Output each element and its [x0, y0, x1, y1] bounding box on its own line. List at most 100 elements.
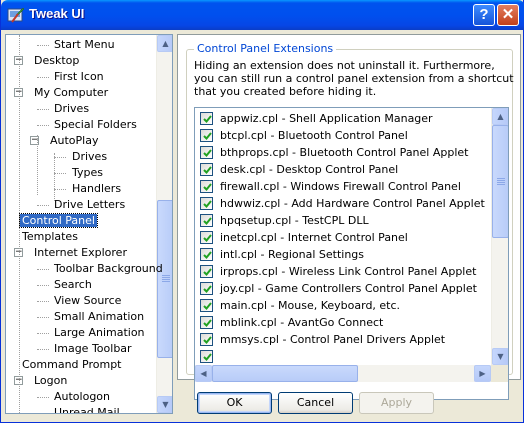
tree-item-label: Desktop	[34, 54, 80, 67]
tree-connector	[37, 301, 49, 302]
checkbox[interactable]	[200, 350, 213, 363]
scroll-left-arrow-icon[interactable]: ◀	[195, 365, 212, 382]
tree-connector	[37, 269, 49, 270]
apply-button[interactable]: Apply	[359, 392, 434, 414]
checkbox[interactable]	[200, 265, 213, 278]
checkbox[interactable]	[200, 146, 213, 159]
tree-item-label: Control Panel	[19, 213, 98, 228]
tree-item-label: Search	[54, 278, 92, 291]
tree-scroll-thumb[interactable]	[157, 200, 172, 358]
tree-item-label: Internet Explorer	[34, 246, 127, 259]
tree-item[interactable]: Drive Letters	[52, 197, 127, 213]
tree-item-label: Command Prompt	[22, 358, 122, 371]
extension-label: bthprops.cpl - Bluetooth Control Panel A…	[220, 146, 469, 159]
list-horizontal-scrollbar[interactable]: ◀ ▶	[195, 365, 491, 382]
tree-connector	[37, 349, 49, 350]
checkbox[interactable]	[200, 129, 213, 142]
tree-item[interactable]: Unread Mail	[52, 405, 122, 414]
list-scroll-up-arrow-icon[interactable]: ▲	[492, 108, 508, 125]
tree-vertical-scrollbar[interactable]: ▲ ▼	[156, 35, 172, 413]
extension-label: desk.cpl - Desktop Control Panel	[220, 163, 399, 176]
extension-label: hdwwiz.cpl - Add Hardware Control Panel …	[220, 197, 485, 210]
scroll-up-arrow-icon[interactable]: ▲	[157, 35, 172, 52]
list-scroll-down-arrow-icon[interactable]: ▼	[492, 348, 508, 365]
list-vertical-scrollbar[interactable]: ▲ ▼	[491, 108, 508, 365]
tree-item[interactable]: Image Toolbar	[52, 341, 134, 357]
tree-item[interactable]: Control Panel	[19, 213, 98, 229]
checkbox[interactable]	[200, 333, 213, 346]
tree-item[interactable]: Logon	[32, 373, 69, 389]
tree-connector	[19, 35, 20, 413]
tree-item[interactable]: Drives	[70, 149, 109, 165]
checkbox[interactable]	[200, 112, 213, 125]
tree-item-label: Handlers	[72, 182, 122, 195]
tree-item-label: Types	[72, 166, 103, 179]
settings-tree[interactable]: ▲ ▼ Start Menu Desktop − First Icon My Compu…	[5, 34, 173, 414]
tree-connector	[37, 45, 49, 46]
checkbox[interactable]	[200, 248, 213, 261]
tree-item[interactable]: Templates	[20, 229, 80, 245]
extension-label: appwiz.cpl - Shell Application Manager	[220, 112, 433, 125]
tree-connector	[37, 397, 49, 398]
tree-item[interactable]: Autologon	[52, 389, 112, 405]
close-button[interactable]: ✕	[497, 4, 519, 26]
scroll-down-arrow-icon[interactable]: ▼	[157, 396, 172, 413]
tree-item[interactable]: Internet Explorer	[32, 245, 129, 261]
tree-item[interactable]: Drives	[52, 101, 91, 117]
checkbox[interactable]	[200, 231, 213, 244]
cancel-button[interactable]: Cancel	[278, 392, 353, 414]
tree-item[interactable]: Command Prompt	[20, 357, 124, 373]
tree-connector	[54, 153, 55, 201]
checkbox[interactable]	[200, 163, 213, 176]
list-scroll-thumb[interactable]	[492, 125, 508, 238]
tree-item-label: Toolbar Background	[54, 262, 163, 275]
tree-item-label: Autologon	[54, 390, 111, 403]
tree-item[interactable]: AutoPlay	[48, 133, 100, 149]
tree-item[interactable]: Types	[70, 165, 105, 181]
checkbox[interactable]	[200, 282, 213, 295]
tweakui-window: Tweak UI ? ✕ ▲ ▼ Start Menu Desktop − First…	[0, 0, 524, 423]
tree-item-label: Drive Letters	[54, 198, 126, 211]
tree-item[interactable]: Desktop	[32, 53, 81, 69]
tree-item[interactable]: Handlers	[70, 181, 123, 197]
tree-connector	[37, 135, 38, 195]
tree-connector	[54, 157, 66, 158]
tree-item[interactable]: Start Menu	[52, 37, 117, 53]
tree-connector	[37, 125, 49, 126]
list-hscroll-thumb[interactable]	[212, 365, 358, 382]
tree-item[interactable]: My Computer	[32, 85, 110, 101]
tree-item[interactable]: First Icon	[52, 69, 106, 85]
tree-item-label: Special Folders	[54, 118, 137, 131]
tree-connector	[37, 413, 49, 414]
checkbox[interactable]	[200, 197, 213, 210]
tree-item[interactable]: Toolbar Background	[52, 261, 165, 277]
tree-item-label: Logon	[34, 374, 68, 387]
tree-connector	[37, 77, 49, 78]
tree-item-label: Templates	[22, 230, 78, 243]
title-bar[interactable]: Tweak UI ? ✕	[1, 0, 524, 30]
tree-item-label: AutoPlay	[50, 134, 99, 147]
tree-item[interactable]: View Source	[52, 293, 123, 309]
scroll-right-arrow-icon[interactable]: ▶	[474, 365, 491, 382]
checkbox[interactable]	[200, 214, 213, 227]
checkbox[interactable]	[200, 299, 213, 312]
tree-item[interactable]: Large Animation	[52, 325, 147, 341]
tree-connector	[54, 173, 66, 174]
tree-item-label: Unread Mail	[54, 406, 120, 414]
tree-item[interactable]: Special Folders	[52, 117, 139, 133]
ok-button[interactable]: OK	[197, 392, 272, 414]
group-title: Control Panel Extensions	[194, 42, 337, 55]
description-text: Hiding an extension does not uninstall i…	[194, 59, 514, 98]
tree-connector	[37, 317, 49, 318]
extension-label: firewall.cpl - Windows Firewall Control …	[220, 180, 461, 193]
tree-item-label: Large Animation	[54, 326, 145, 339]
checkbox[interactable]	[200, 180, 213, 193]
help-button[interactable]: ?	[473, 4, 495, 26]
tree-item[interactable]: Small Animation	[52, 309, 146, 325]
extensions-list[interactable]: mmsys.cpl - Control Panel Drivers Applet…	[194, 107, 509, 400]
tree-item-label: Start Menu	[54, 38, 115, 51]
tree-item-label: Small Animation	[54, 310, 145, 323]
checkbox[interactable]	[200, 316, 213, 329]
tree-item[interactable]: Search	[52, 277, 94, 293]
tweakui-app-icon	[7, 7, 25, 23]
